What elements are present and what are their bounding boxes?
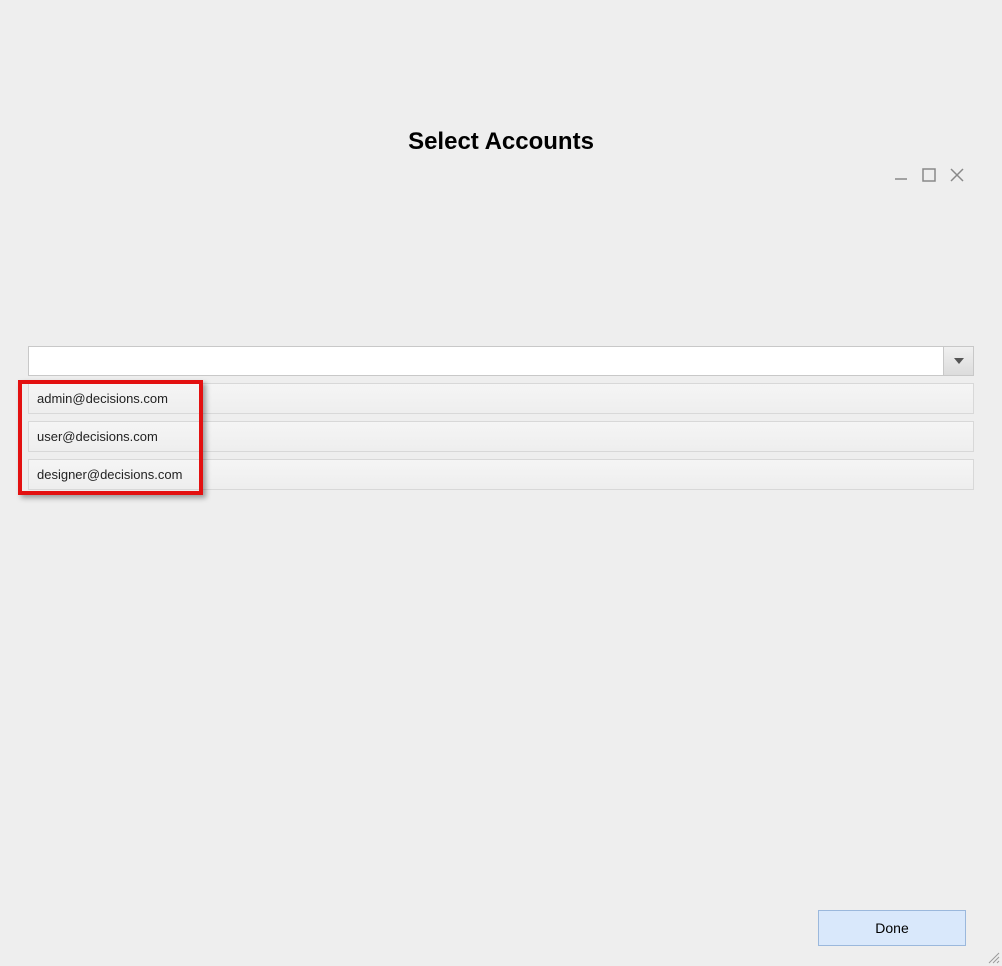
maximize-icon bbox=[922, 168, 936, 182]
content-area: admin@decisions.com user@decisions.com d… bbox=[28, 346, 974, 490]
dropdown-toggle-button[interactable] bbox=[943, 347, 973, 375]
close-icon bbox=[950, 168, 964, 182]
list-item[interactable]: admin@decisions.com bbox=[28, 383, 974, 414]
list-item[interactable]: designer@decisions.com bbox=[28, 459, 974, 490]
page-title: Select Accounts bbox=[0, 128, 1002, 156]
list-item-label: admin@decisions.com bbox=[37, 391, 168, 406]
list-item[interactable]: user@decisions.com bbox=[28, 421, 974, 452]
chevron-down-icon bbox=[953, 357, 965, 365]
account-dropdown[interactable] bbox=[28, 346, 974, 376]
list-item-label: user@decisions.com bbox=[37, 429, 158, 444]
dropdown-input[interactable] bbox=[29, 347, 943, 375]
minimize-button[interactable] bbox=[892, 166, 910, 184]
resize-grip-icon bbox=[986, 950, 1000, 964]
done-button-label: Done bbox=[875, 920, 908, 936]
resize-grip[interactable] bbox=[986, 950, 1000, 964]
list-item-label: designer@decisions.com bbox=[37, 467, 182, 482]
close-button[interactable] bbox=[948, 166, 966, 184]
window-controls bbox=[892, 166, 966, 184]
minimize-icon bbox=[894, 168, 908, 182]
maximize-button[interactable] bbox=[920, 166, 938, 184]
done-button[interactable]: Done bbox=[818, 910, 966, 946]
